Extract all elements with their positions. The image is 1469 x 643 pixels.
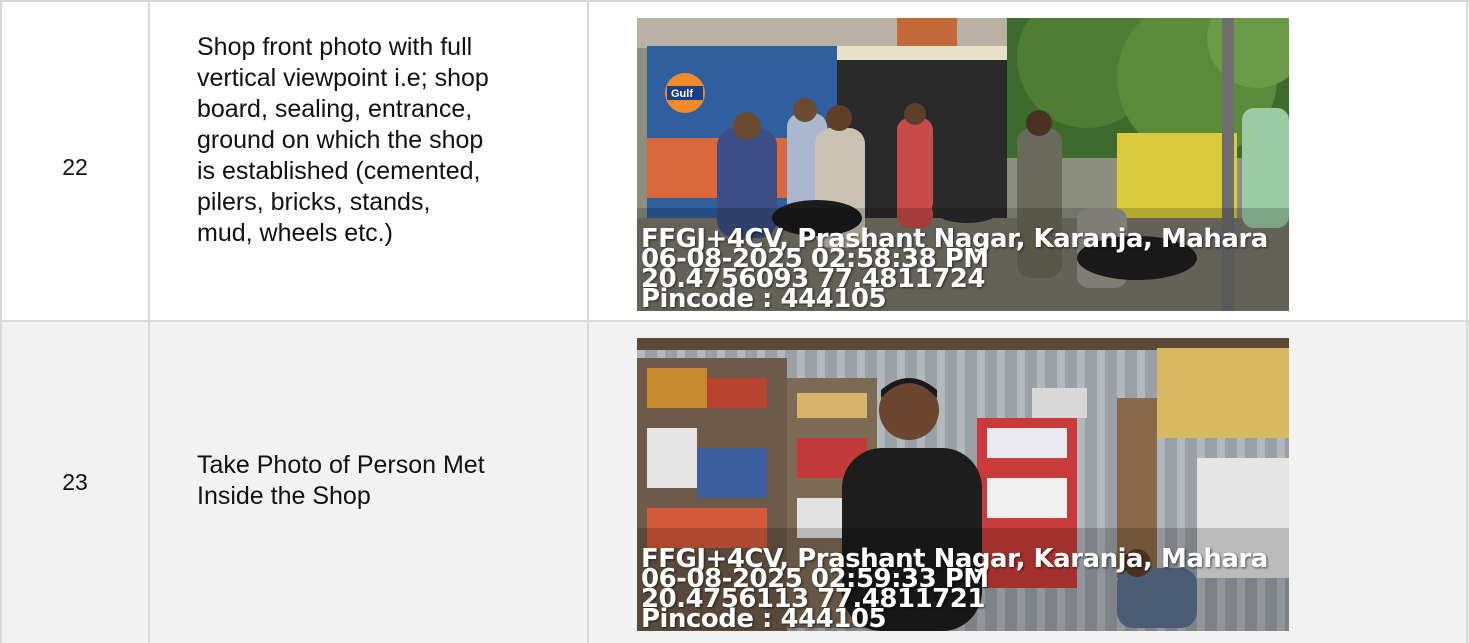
table-border-top (0, 0, 1469, 2)
person-inside-shop-photo: FFGJ+4CV, Prashant Nagar, Karanja, Mahar… (637, 338, 1289, 631)
row-description: Take Photo of Person Met Inside the Shop (197, 451, 485, 510)
document-table: 22 Shop front photo with full vertical v… (0, 0, 1469, 643)
row-number: 22 (62, 154, 88, 180)
table-row: 22 Shop front photo with full vertical v… (0, 0, 1469, 322)
table-row: 23 Take Photo of Person Met Inside the S… (0, 322, 1469, 643)
row-description: Shop front photo with full vertical view… (197, 33, 489, 247)
row-divider (0, 320, 1469, 322)
photo-geotag-stamp: FFGJ+4CV, Prashant Nagar, Karanja, Mahar… (641, 544, 1268, 631)
gulf-sign: Gulf (671, 88, 693, 100)
row-number: 23 (62, 469, 88, 495)
shop-front-photo: Gulf FFGJ+4CV, Prashant Nagar, Karanja, … (637, 18, 1289, 311)
photo-geotag-stamp: FFGJ+4CV, Prashant Nagar, Karanja, Mahar… (641, 224, 1268, 311)
